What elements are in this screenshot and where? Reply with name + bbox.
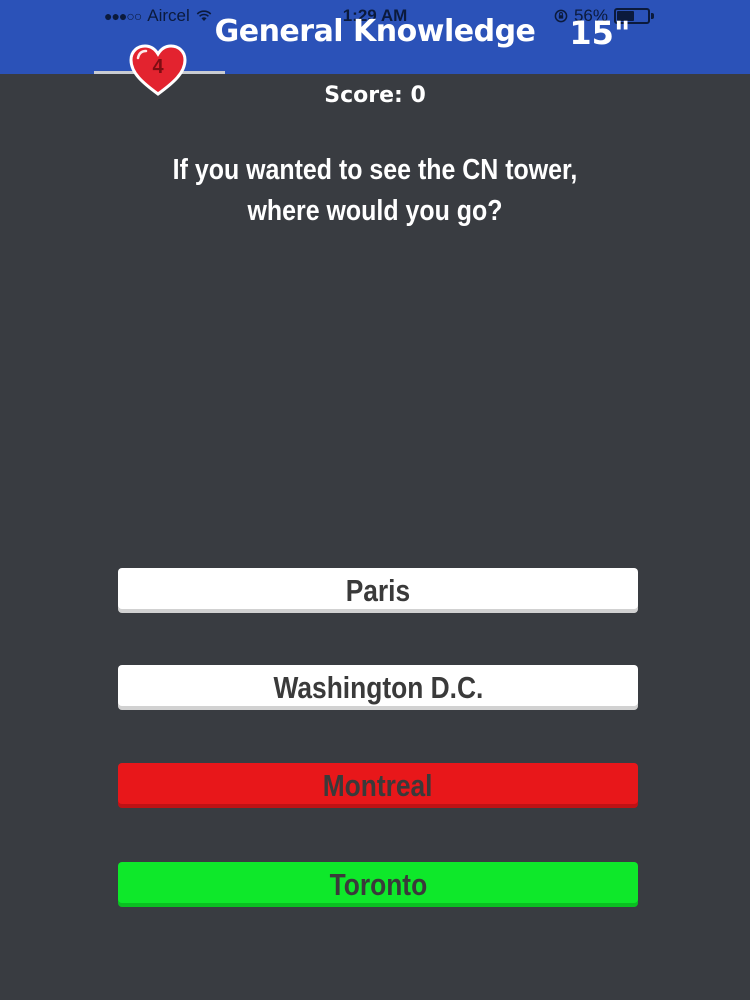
top-bar: ●●●○○ Aircel 1:29 AM 56% General Knowled… xyxy=(0,0,750,74)
answer-label: Montreal xyxy=(323,767,433,803)
answer-label: Paris xyxy=(345,572,411,608)
battery-cap xyxy=(651,13,654,19)
answer-button-2[interactable]: Washington D.C. xyxy=(118,665,638,710)
answer-button-3[interactable]: Montreal xyxy=(118,763,638,808)
lives-count: 4 xyxy=(152,56,164,78)
countdown-timer: 15" xyxy=(569,14,631,52)
question-text: If you wanted to see the CN tower, where… xyxy=(172,154,578,227)
game-title: General Knowledge xyxy=(214,14,536,49)
answer-button-4[interactable]: Toronto xyxy=(118,862,638,907)
score-label: Score: 0 xyxy=(324,83,426,108)
answer-label: Washington D.C. xyxy=(273,669,483,705)
answer-label: Toronto xyxy=(329,866,427,902)
answer-button-1[interactable]: Paris xyxy=(118,568,638,613)
